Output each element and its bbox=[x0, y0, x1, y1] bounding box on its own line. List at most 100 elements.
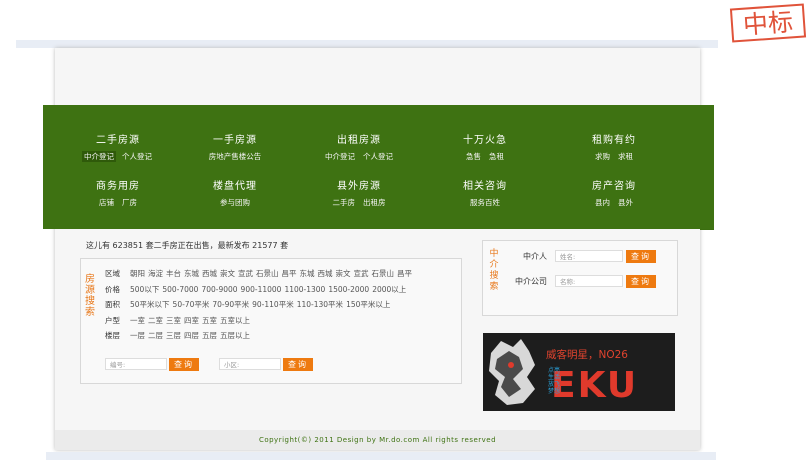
filter-option[interactable]: 五室以上 bbox=[220, 316, 250, 325]
nav-item-title[interactable]: 十万火急 bbox=[430, 131, 540, 146]
nav-item[interactable]: 一手房源房地产售楼公告 bbox=[180, 131, 290, 162]
filter-option[interactable]: 50-70平米 bbox=[173, 300, 210, 309]
nav-sub-link[interactable]: 出租房 bbox=[361, 197, 388, 208]
nav-item[interactable]: 楼盘代理 参与团购 bbox=[180, 177, 290, 208]
filter-key: 楼层 bbox=[105, 331, 120, 340]
filter-option[interactable]: 90-110平米 bbox=[252, 300, 294, 309]
filter-option[interactable]: 宣武 bbox=[354, 269, 369, 278]
filter-option[interactable]: 四室 bbox=[184, 316, 199, 325]
agent-company-input[interactable]: 名称: bbox=[555, 275, 623, 287]
nav-sub-link[interactable]: 房地产售楼公告 bbox=[207, 151, 264, 162]
filter-option[interactable]: 一室 bbox=[130, 316, 145, 325]
filter-option[interactable]: 东城 bbox=[300, 269, 315, 278]
filter-option[interactable]: 朝阳 bbox=[130, 269, 145, 278]
filter-option[interactable]: 70-90平米 bbox=[212, 300, 249, 309]
nav-item[interactable]: 二手房源中介登记 个人登记 bbox=[63, 131, 173, 162]
nav-sub-link[interactable]: 县外 bbox=[616, 197, 635, 208]
nav-item-title[interactable]: 相关咨询 bbox=[430, 177, 540, 192]
nav-item[interactable]: 十万火急急售 急租 bbox=[430, 131, 540, 162]
filter-row: 楼层 一层 二层 三层 四层 五层 五层以上 bbox=[105, 330, 253, 341]
filter-option[interactable]: 五室 bbox=[202, 316, 217, 325]
nav-item-title[interactable]: 二手房源 bbox=[63, 131, 173, 146]
nav-item-title[interactable]: 商务用房 bbox=[63, 177, 173, 192]
filter-option[interactable]: 五层以上 bbox=[220, 331, 250, 340]
nav-item[interactable]: 相关咨询 服务百姓 bbox=[430, 177, 540, 208]
nav-sub-link[interactable]: 店铺 bbox=[97, 197, 116, 208]
nav-item[interactable]: 出租房源中介登记 个人登记 bbox=[304, 131, 414, 162]
filter-row: 面积 50平米以下 50-70平米 70-90平米 90-110平米 110-130平米 1… bbox=[105, 299, 393, 310]
filter-option[interactable]: 500以下 bbox=[130, 285, 159, 294]
filter-option[interactable]: 西城 bbox=[202, 269, 217, 278]
nav-item[interactable]: 商务用房店铺 厂房 bbox=[63, 177, 173, 208]
filter-option[interactable]: 1500-2000 bbox=[328, 285, 369, 294]
filter-option[interactable]: 二层 bbox=[148, 331, 163, 340]
nav-item-title[interactable]: 县外房源 bbox=[304, 177, 414, 192]
agent-search-label: 中介搜索 bbox=[489, 249, 499, 292]
nav-sub-link[interactable]: 求购 bbox=[593, 151, 612, 162]
nav-sub-link[interactable]: 求租 bbox=[616, 151, 635, 162]
filter-option[interactable]: 石景山 bbox=[372, 269, 395, 278]
filter-option[interactable]: 丰台 bbox=[166, 269, 181, 278]
filter-option[interactable]: 昌平 bbox=[282, 269, 297, 278]
filter-option[interactable]: 110-130平米 bbox=[297, 300, 343, 309]
nav-sub-link[interactable]: 急租 bbox=[487, 151, 506, 162]
nav-item-title[interactable]: 房产咨询 bbox=[559, 177, 669, 192]
filter-option[interactable]: 昌平 bbox=[397, 269, 412, 278]
filter-row: 户型 一室 二室 三室 四室 五室 五室以上 bbox=[105, 315, 253, 326]
nav-sub-link[interactable]: 服务百姓 bbox=[468, 197, 502, 208]
number-input[interactable]: 编号: bbox=[105, 358, 167, 370]
nav-sub-link[interactable]: 中介登记 bbox=[323, 151, 357, 162]
filter-option[interactable]: 三层 bbox=[166, 331, 181, 340]
filter-option[interactable]: 700-9000 bbox=[201, 285, 237, 294]
footer-copyright: Copyright(©) 2011 Design by Mr.do.com Al… bbox=[55, 430, 700, 450]
filter-option[interactable]: 宣武 bbox=[238, 269, 253, 278]
filter-option[interactable]: 50平米以下 bbox=[130, 300, 170, 309]
agent-person-search-button[interactable]: 查询 bbox=[626, 250, 656, 263]
filter-option[interactable]: 150平米以上 bbox=[346, 300, 390, 309]
nav-item[interactable]: 县外房源二手房 出租房 bbox=[304, 177, 414, 208]
nav-sub-link[interactable]: 厂房 bbox=[120, 197, 139, 208]
ad-title: 威客明星，NO26 bbox=[546, 349, 628, 361]
filter-option[interactable]: 四层 bbox=[184, 331, 199, 340]
filter-option[interactable]: 900-11000 bbox=[241, 285, 282, 294]
filter-option[interactable]: 五层 bbox=[202, 331, 217, 340]
filter-option[interactable]: 三室 bbox=[166, 316, 181, 325]
filter-option[interactable]: 石景山 bbox=[256, 269, 279, 278]
nav-sub-link[interactable]: 参与团购 bbox=[218, 197, 252, 208]
nav-sub-link[interactable]: 个人登记 bbox=[361, 151, 395, 162]
nav-sub-link[interactable]: 县内 bbox=[593, 197, 612, 208]
nav-sub-link[interactable]: 急售 bbox=[464, 151, 483, 162]
nav-sub-link[interactable]: 二手房 bbox=[331, 197, 358, 208]
number-search-button[interactable]: 查询 bbox=[169, 358, 199, 371]
agent-person-input[interactable]: 姓名: bbox=[555, 250, 623, 262]
filter-key: 区域 bbox=[105, 269, 120, 278]
filter-option[interactable]: 2000以上 bbox=[372, 285, 406, 294]
bottom-strip bbox=[46, 452, 716, 460]
nav-item-title[interactable]: 出租房源 bbox=[304, 131, 414, 146]
nav-sub-link[interactable]: 中介登记 bbox=[82, 151, 116, 162]
nav-item-title[interactable]: 租购有约 bbox=[559, 131, 669, 146]
house-search-label: 房源搜索 bbox=[85, 274, 95, 318]
filter-option[interactable]: 1100-1300 bbox=[284, 285, 325, 294]
filter-option[interactable]: 海淀 bbox=[148, 269, 163, 278]
stamp-badge: 中标 bbox=[729, 3, 807, 43]
filter-option[interactable]: 500-7000 bbox=[162, 285, 198, 294]
filter-option[interactable]: 东城 bbox=[184, 269, 199, 278]
filter-option[interactable]: 二室 bbox=[148, 316, 163, 325]
filter-option[interactable]: 崇文 bbox=[336, 269, 351, 278]
nav-item[interactable]: 租购有约求购 求租 bbox=[559, 131, 669, 162]
agent-person-label: 中介人 bbox=[523, 252, 547, 261]
filter-option[interactable]: 西城 bbox=[318, 269, 333, 278]
filter-key: 面积 bbox=[105, 300, 120, 309]
nav-item[interactable]: 房产咨询县内 县外 bbox=[559, 177, 669, 208]
community-input[interactable]: 小区: bbox=[219, 358, 281, 370]
filter-option[interactable]: 崇文 bbox=[220, 269, 235, 278]
nav-item-title[interactable]: 一手房源 bbox=[180, 131, 290, 146]
agent-company-search-button[interactable]: 查询 bbox=[626, 275, 656, 288]
filter-row: 价格 500以下 500-7000 700-9000 900-11000 1100-130… bbox=[105, 284, 409, 295]
community-search-button[interactable]: 查询 bbox=[283, 358, 313, 371]
filter-option[interactable]: 一层 bbox=[130, 331, 145, 340]
nav-sub-link[interactable]: 个人登记 bbox=[120, 151, 154, 162]
nav-item-title[interactable]: 楼盘代理 bbox=[180, 177, 290, 192]
ad-logo-text: EKU bbox=[551, 365, 639, 406]
